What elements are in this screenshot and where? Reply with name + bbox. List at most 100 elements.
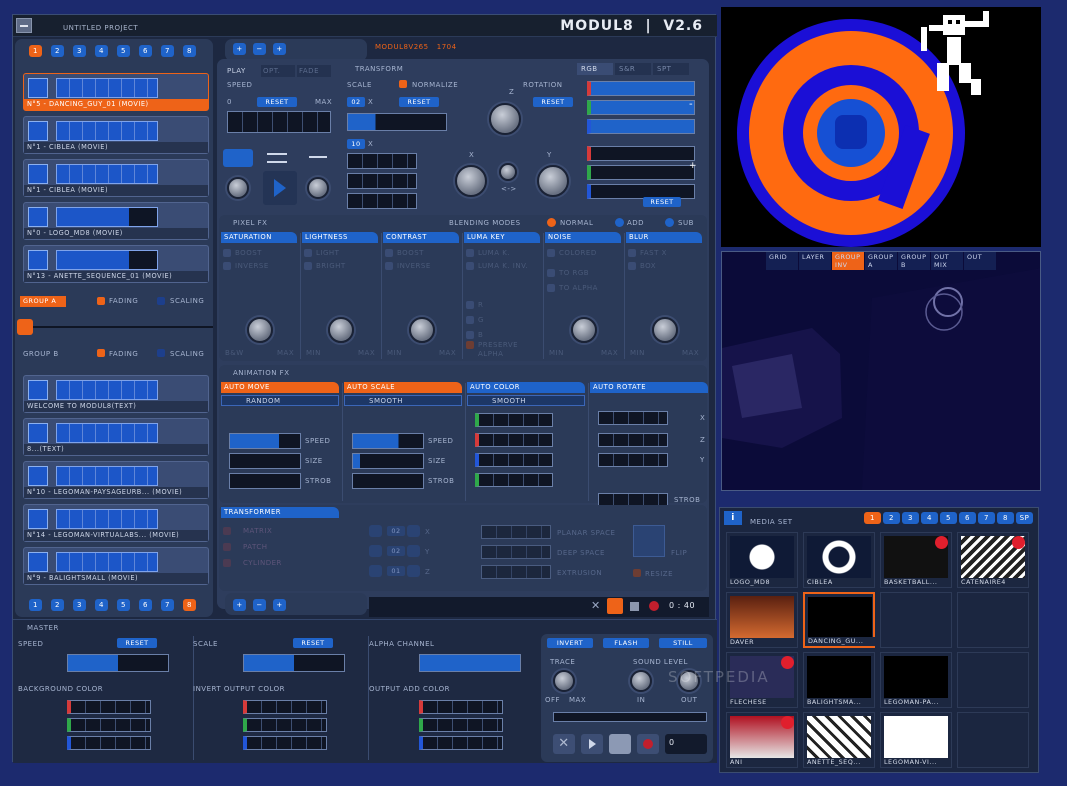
master-scale-reset[interactable]: RESET	[293, 638, 333, 648]
transformer-toggle[interactable]	[223, 559, 231, 567]
clip-timeline[interactable]	[56, 509, 158, 529]
position-field-1[interactable]	[347, 153, 417, 169]
rgb-bar-4[interactable]	[587, 165, 695, 180]
master-color-bar[interactable]	[67, 736, 151, 750]
layer-clip[interactable]: N°1 - CIBLEA (MOVIE)	[23, 116, 209, 154]
pixel-fx-toggle[interactable]	[304, 249, 312, 257]
animation-size-field-1[interactable]	[352, 453, 424, 469]
position-field-2[interactable]	[347, 173, 417, 189]
rgb-reset-button[interactable]: RESET	[643, 197, 681, 207]
speed-reset-button[interactable]: RESET	[257, 97, 297, 107]
pixel-fx-header-0[interactable]: SATURATION	[221, 232, 297, 243]
rotation-y-knob[interactable]	[537, 165, 569, 197]
animation-mode-select-1[interactable]: SMOOTH	[344, 395, 462, 406]
media-item[interactable]: LOGO_MD8	[726, 532, 798, 588]
layer-clip[interactable]: N°0 - LOGO_MD8 (MOVIE)	[23, 202, 209, 240]
resize-checkbox[interactable]	[633, 569, 641, 577]
bank-button-bottom-5[interactable]: 5	[117, 599, 130, 611]
pixel-fx-toggle[interactable]	[466, 331, 474, 339]
pixel-fx-knob-4[interactable]	[571, 317, 597, 343]
pixel-fx-toggle[interactable]	[547, 284, 555, 292]
clip-timeline[interactable]	[56, 78, 158, 98]
media-item[interactable]: DAVER	[726, 592, 798, 648]
media-item[interactable]	[880, 592, 952, 648]
scaling-b-checkbox[interactable]	[157, 349, 165, 357]
auto-color-bar[interactable]	[475, 433, 553, 447]
flash-button[interactable]: FLASH	[603, 638, 649, 648]
media-item[interactable]: ANETTE_SEQ...	[803, 712, 875, 768]
sound-in-knob[interactable]	[630, 670, 652, 692]
blend-add-radio[interactable]	[615, 218, 624, 227]
media-item[interactable]: ANI	[726, 712, 798, 768]
animation-strob-field-1[interactable]	[352, 473, 424, 489]
clip-timeline[interactable]	[56, 207, 158, 227]
media-info-button[interactable]: i	[724, 511, 742, 525]
transformer-left-arrow[interactable]	[369, 525, 382, 537]
forward-icon[interactable]	[309, 156, 327, 158]
rgb-plus-label[interactable]: +	[689, 161, 697, 171]
trace-knob[interactable]	[553, 670, 575, 692]
duplicate-layer-button-bottom[interactable]: +	[273, 599, 286, 611]
transformer-badge[interactable]: 02	[387, 526, 405, 536]
record-button[interactable]	[649, 601, 659, 611]
stop-button[interactable]	[630, 602, 639, 611]
clip-thumbnail[interactable]	[28, 164, 48, 184]
pixel-fx-header-1[interactable]: LIGHTNESS	[302, 232, 378, 243]
scale-field[interactable]	[347, 113, 447, 131]
clip-thumbnail[interactable]	[28, 380, 48, 400]
master-color-bar[interactable]	[419, 700, 503, 714]
play-pause-button[interactable]	[607, 598, 623, 614]
layer-clip[interactable]: N°14 - LEGOMAN-VIRTUALABS... (MOVIE)	[23, 504, 209, 542]
bank-button-bottom-7[interactable]: 7	[161, 599, 174, 611]
pixel-fx-toggle[interactable]	[466, 341, 474, 349]
media-item[interactable]: CIBLEA	[803, 532, 875, 588]
rgb-tab-2[interactable]: SPT	[653, 63, 689, 75]
transformer-right-arrow[interactable]	[407, 525, 420, 537]
pixel-fx-toggle[interactable]	[223, 249, 231, 257]
clip-timeline[interactable]	[56, 552, 158, 572]
bank-button-5[interactable]: 5	[117, 45, 130, 57]
media-bank-6[interactable]: 6	[959, 512, 976, 524]
pixel-fx-toggle[interactable]	[304, 262, 312, 270]
layer-clip[interactable]: N°9 - BALIGHTSMALL (MOVIE)	[23, 547, 209, 585]
bank-button-6[interactable]: 6	[139, 45, 152, 57]
duplicate-layer-button[interactable]: +	[273, 43, 286, 55]
play-tab-0[interactable]: PLAY	[225, 65, 259, 77]
animation-strob-field-0[interactable]	[229, 473, 301, 489]
master-color-bar[interactable]	[243, 736, 327, 750]
clip-thumbnail[interactable]	[28, 423, 48, 443]
master-color-bar[interactable]	[67, 700, 151, 714]
clip-timeline[interactable]	[56, 466, 158, 486]
pixel-fx-toggle[interactable]	[547, 249, 555, 257]
play-knob-right[interactable]	[307, 177, 329, 199]
pixel-fx-header-3[interactable]: LUMA KEY	[464, 232, 540, 243]
master-color-bar[interactable]	[243, 718, 327, 732]
clip-thumbnail[interactable]	[28, 121, 48, 141]
media-bank-4[interactable]: 4	[921, 512, 938, 524]
pixel-fx-toggle[interactable]	[223, 262, 231, 270]
animation-speed-field-0[interactable]	[229, 433, 301, 449]
animation-speed-field-1[interactable]	[352, 433, 424, 449]
media-item[interactable]: CATENAIRE4	[957, 532, 1029, 588]
auto-rotate-field-x[interactable]	[598, 411, 668, 425]
deep-field[interactable]	[481, 545, 551, 559]
clip-timeline[interactable]	[56, 380, 158, 400]
remove-layer-button-bottom[interactable]: −	[253, 599, 266, 611]
media-bank-1[interactable]: 1	[864, 512, 881, 524]
bank-button-bottom-1[interactable]: 1	[29, 599, 42, 611]
rgb-tab-1[interactable]: S&R	[615, 63, 651, 75]
scale-reset-button[interactable]: RESET	[399, 97, 439, 107]
layer-clip[interactable]: WELCOME TO MODUL8(TEXT)	[23, 375, 209, 413]
scale-xy-badge[interactable]: 02	[347, 97, 365, 107]
animation-size-field-0[interactable]	[229, 453, 301, 469]
bank-button-bottom-2[interactable]: 2	[51, 599, 64, 611]
pixel-fx-toggle[interactable]	[466, 316, 474, 324]
transformer-right-arrow[interactable]	[407, 565, 420, 577]
layer-clip[interactable]: N°5 - DANCING_GUY_01 (MOVIE)	[23, 73, 209, 111]
rotation-z-knob[interactable]	[489, 103, 521, 135]
play-knob-left[interactable]	[227, 177, 249, 199]
pixel-fx-knob-1[interactable]	[328, 317, 354, 343]
extrusion-field[interactable]	[481, 565, 551, 579]
auto-rotate-field-y[interactable]	[598, 453, 668, 467]
clip-timeline[interactable]	[56, 164, 158, 184]
